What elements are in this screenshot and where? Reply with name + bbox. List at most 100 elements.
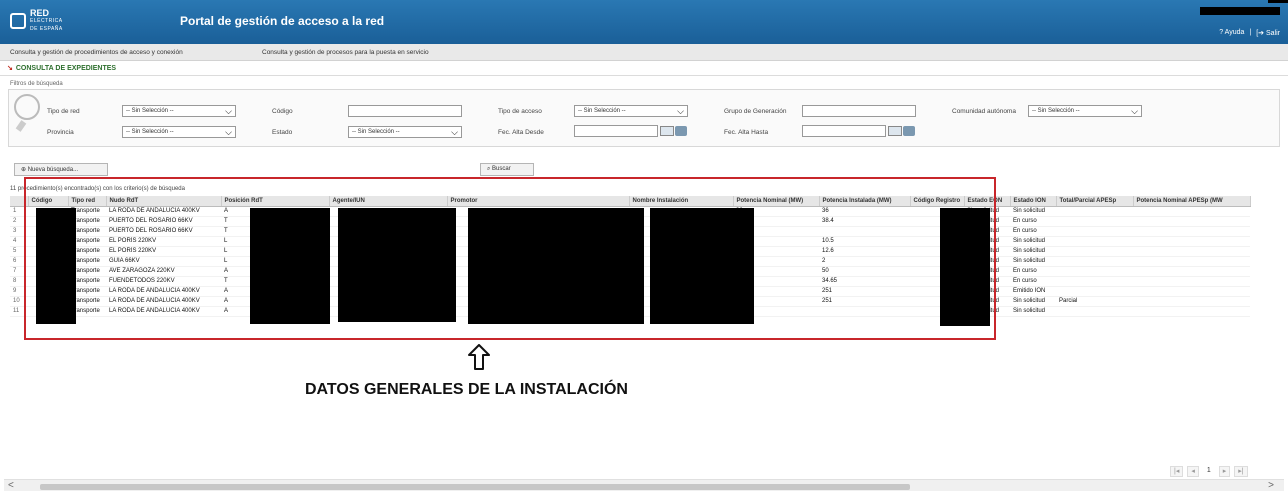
table-cell: En curso	[1010, 216, 1056, 227]
section-arrow-icon: ↘	[7, 65, 13, 72]
search-button[interactable]: ⌕ Buscar	[480, 163, 534, 176]
fec-alta-hasta-input[interactable]	[802, 125, 886, 137]
scroll-left-arrow-icon[interactable]: <	[8, 480, 14, 491]
tipo-acceso-label: Tipo de acceso	[498, 108, 542, 115]
tipo-red-label: Tipo de red	[47, 108, 80, 115]
redacted-top-bar	[1268, 0, 1288, 3]
fec-alta-desde-input[interactable]	[574, 125, 658, 137]
fec-alta-desde-label: Fec. Alta Desde	[498, 129, 544, 136]
header-separator: |	[1249, 29, 1252, 36]
table-cell: Sin solicitud	[1010, 246, 1056, 257]
search-button-label: Buscar	[492, 166, 511, 172]
scrollbar-thumb[interactable]	[40, 484, 910, 490]
table-cell	[1133, 286, 1250, 297]
col-header[interactable]: Estado ION	[1010, 196, 1057, 207]
table-cell: En curso	[1010, 276, 1056, 287]
table-cell: Sin solicitud	[1010, 306, 1056, 317]
redacted-user-name	[1200, 7, 1280, 15]
up-arrow-icon	[468, 344, 490, 370]
next-page-button[interactable]: ▸	[1218, 466, 1231, 477]
codigo-label: Código	[272, 108, 293, 115]
table-cell	[1056, 266, 1133, 277]
table-cell	[1133, 266, 1250, 277]
table-cell	[1133, 276, 1250, 287]
current-page: 1	[1202, 466, 1215, 477]
horizontal-scrollbar[interactable]: < >	[4, 479, 1284, 491]
highlight-frame	[24, 177, 996, 340]
table-cell	[1133, 296, 1250, 307]
table-cell: Sin solicitud	[1010, 256, 1056, 267]
table-cell	[1056, 236, 1133, 247]
tipo-red-select[interactable]: -- Sin Selección --	[122, 105, 236, 117]
calendar-icon[interactable]	[660, 126, 674, 136]
table-cell	[1056, 286, 1133, 297]
portal-title: Portal de gestión de acceso a la red	[180, 14, 385, 28]
menu-item-acceso-conexion[interactable]: Consulta y gestión de procedimientos de …	[10, 49, 183, 56]
first-page-button[interactable]: |◂	[1170, 466, 1184, 477]
logo-mark-icon	[10, 13, 26, 29]
table-cell	[1133, 216, 1250, 227]
table-cell	[1056, 276, 1133, 287]
comunidad-label: Comunidad autónoma	[952, 108, 1016, 115]
tipo-acceso-select[interactable]: -- Sin Selección --	[574, 105, 688, 117]
exit-link[interactable]: [➔ Salir	[1256, 29, 1280, 37]
pagination: |◂ ◂ 1 ▸ ▸|	[1170, 466, 1248, 477]
scroll-right-arrow-icon[interactable]: >	[1268, 480, 1274, 491]
col-header[interactable]: Total/Parcial APESp	[1056, 196, 1134, 207]
provincia-select[interactable]: -- Sin Selección --	[122, 126, 236, 138]
table-cell	[1056, 256, 1133, 267]
calendar-clear-icon[interactable]	[903, 126, 915, 136]
estado-label: Estado	[272, 129, 293, 136]
app-header: RED ELÉCTRICA DE ESPAÑA Portal de gestió…	[0, 0, 1288, 44]
fec-alta-hasta-label: Fec. Alta Hasta	[724, 129, 769, 136]
table-cell: Sin solicitud	[1010, 296, 1056, 307]
logo-sub-text-2: DE ESPAÑA	[30, 26, 63, 32]
grupo-generacion-label: Grupo de Generación	[724, 108, 787, 115]
col-header[interactable]: Potencia Nominal APESp (MW	[1133, 196, 1251, 207]
calendar-clear-icon[interactable]	[675, 126, 687, 136]
table-cell	[1133, 206, 1250, 217]
section-title-text: CONSULTA DE EXPEDIENTES	[15, 65, 117, 72]
table-cell	[1056, 206, 1133, 217]
new-search-label: Nueva búsqueda...	[27, 167, 79, 173]
search-magnifier-icon	[14, 94, 40, 120]
section-divider	[0, 75, 1288, 76]
table-cell	[1133, 246, 1250, 257]
provincia-label: Provincia	[47, 129, 74, 136]
filters-panel	[8, 89, 1280, 147]
comunidad-select[interactable]: -- Sin Selección --	[1028, 105, 1142, 117]
table-cell	[1056, 306, 1133, 317]
calendar-icon[interactable]	[888, 126, 902, 136]
codigo-input[interactable]	[348, 105, 462, 117]
logo-sub-text-1: ELÉCTRICA	[30, 18, 63, 24]
table-cell: En curso	[1010, 266, 1056, 277]
header-links: ? Ayuda | [➔ Salir	[1219, 29, 1280, 37]
annotation-label: DATOS GENERALES DE LA INSTALACIÓN	[305, 381, 628, 398]
page: RED ELÉCTRICA DE ESPAÑA Portal de gestió…	[0, 0, 1288, 495]
table-cell	[1133, 226, 1250, 237]
menu-item-puesta-servicio[interactable]: Consulta y gestión de procesos para la p…	[262, 49, 429, 56]
table-cell	[1133, 256, 1250, 267]
new-search-button[interactable]: ⊕ Nueva búsqueda...	[14, 163, 108, 176]
table-cell	[1133, 236, 1250, 247]
main-menu: Consulta y gestión de procedimientos de …	[0, 44, 1288, 61]
table-cell	[1056, 246, 1133, 257]
section-title: ↘ CONSULTA DE EXPEDIENTES	[7, 64, 116, 72]
table-cell	[1056, 226, 1133, 237]
table-cell: En curso	[1010, 226, 1056, 237]
filters-caption: Filtros de búsqueda	[10, 81, 63, 87]
prev-page-button[interactable]: ◂	[1187, 466, 1199, 477]
help-link[interactable]: ? Ayuda	[1219, 29, 1244, 37]
new-search-icon: ⊕	[21, 167, 28, 173]
last-page-button[interactable]: ▸|	[1234, 466, 1248, 477]
table-cell	[1056, 216, 1133, 227]
ree-logo: RED ELÉCTRICA DE ESPAÑA	[10, 9, 82, 33]
table-cell: Parcial	[1056, 296, 1133, 307]
table-cell: Sin solicitud	[1010, 236, 1056, 247]
table-cell	[1133, 306, 1250, 317]
grupo-generacion-input[interactable]	[802, 105, 916, 117]
logo-text: RED ELÉCTRICA DE ESPAÑA	[30, 9, 63, 33]
estado-select[interactable]: -- Sin Selección --	[348, 126, 462, 138]
table-cell: Sin solicitud	[1010, 206, 1056, 217]
table-cell: Emitido ION	[1010, 286, 1056, 297]
